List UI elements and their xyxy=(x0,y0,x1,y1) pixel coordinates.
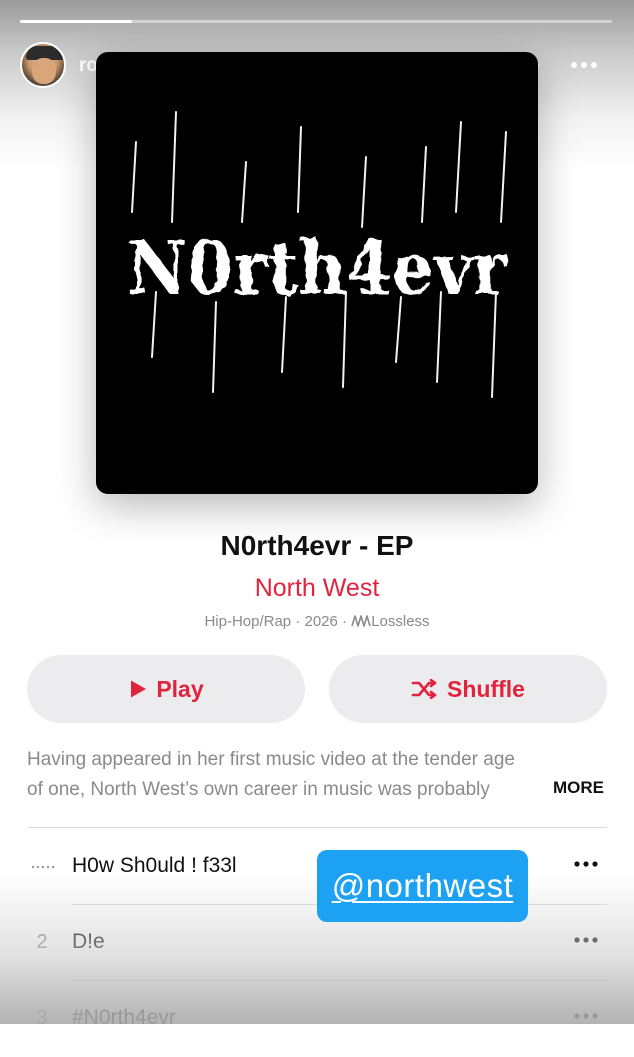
lossless-icon xyxy=(351,615,371,627)
more-dots-icon[interactable] xyxy=(573,857,599,871)
track-title: D!e xyxy=(72,930,105,953)
track-title: #N0rth4evr xyxy=(72,1006,176,1029)
shuffle-button-label: Shuffle xyxy=(447,675,525,702)
artist-link[interactable]: North West xyxy=(0,574,634,603)
story-progress-fill xyxy=(20,20,133,23)
more-icon[interactable] xyxy=(568,54,600,76)
track-number: 3 xyxy=(36,1007,48,1029)
album-description: Having appeared in her first music video… xyxy=(27,745,607,805)
album-cover[interactable]: N0rth4evr xyxy=(96,52,538,494)
description-line-1: Having appeared in her first music video… xyxy=(27,749,515,770)
more-dots-icon[interactable] xyxy=(573,1009,599,1023)
mention-text[interactable]: @northwest xyxy=(332,867,514,905)
story-progress-bar xyxy=(20,20,612,23)
avatar[interactable] xyxy=(20,42,66,88)
more-button[interactable]: MORE xyxy=(553,778,604,798)
play-triangle-icon xyxy=(131,680,147,698)
play-button-label: Play xyxy=(156,675,204,702)
track-title: H0w Sh0uld ! f33l xyxy=(72,854,237,877)
mention-sticker[interactable]: @northwest xyxy=(317,850,528,922)
now-playing-icon xyxy=(31,865,55,869)
shuffle-button[interactable]: Shuffle xyxy=(329,655,607,723)
shuffle-icon xyxy=(411,679,437,699)
more-dots-icon[interactable] xyxy=(573,933,599,947)
album-cover-art: N0rth4evr xyxy=(127,111,508,398)
album-meta: Hip-Hop/Rap · 2026 · Lossless xyxy=(0,613,634,630)
album-cover-text: N0rth4evr xyxy=(127,226,508,312)
divider xyxy=(27,827,607,828)
play-button[interactable]: Play xyxy=(27,655,305,723)
description-line-2: of one, North West’s own career in music… xyxy=(27,779,490,800)
lossless-label: Lossless xyxy=(371,613,430,630)
track-number: 2 xyxy=(36,931,48,953)
album-title: N0rth4evr - EP xyxy=(220,530,414,561)
track-row[interactable]: 3 #N0rth4evr xyxy=(27,981,607,1057)
album-meta-text: Hip-Hop/Rap · 2026 · xyxy=(204,613,348,630)
